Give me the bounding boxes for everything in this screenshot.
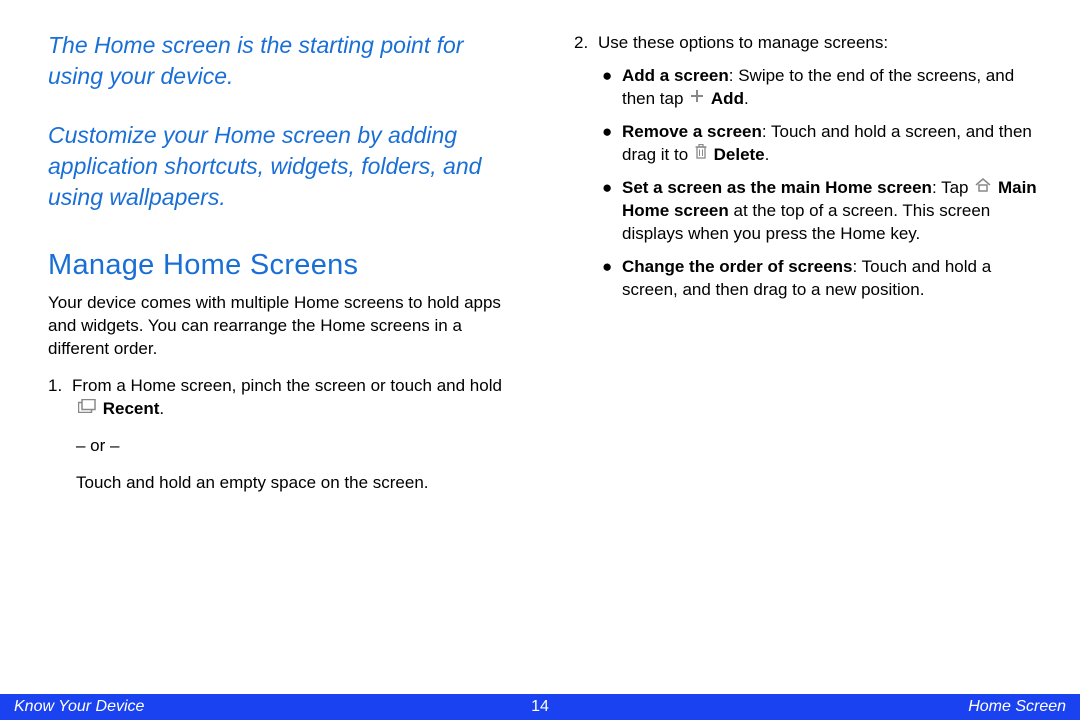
left-column: The Home screen is the starting point fo…: [48, 30, 514, 690]
body-paragraph: Your device comes with multiple Home scr…: [48, 292, 514, 361]
step-number: 2.: [574, 32, 598, 55]
bullet-icon: ●: [602, 121, 612, 144]
step-1-or: – or –: [76, 435, 514, 458]
step-number: 1.: [48, 375, 72, 398]
right-column: 2.Use these options to manage screens: ●…: [574, 30, 1040, 690]
home-icon: [975, 176, 991, 199]
intro-paragraph-2: Customize your Home screen by adding app…: [48, 120, 514, 213]
step-2: 2.Use these options to manage screens:: [574, 32, 1040, 55]
bullet-main-home: ● Set a screen as the main Home screen: …: [574, 177, 1040, 246]
bullet-remove-screen: ● Remove a screen: Touch and hold a scre…: [574, 121, 1040, 167]
section-heading: Manage Home Screens: [48, 249, 514, 282]
intro-paragraph-1: The Home screen is the starting point fo…: [48, 30, 514, 92]
footer-right: Home Screen: [549, 698, 1066, 716]
step-1-alt: Touch and hold an empty space on the scr…: [76, 472, 514, 495]
bullet-icon: ●: [602, 65, 612, 88]
step-1: 1.From a Home screen, pinch the screen o…: [48, 375, 514, 495]
bullet-add-screen: ● Add a screen: Swipe to the end of the …: [574, 65, 1040, 111]
bullet-icon: ●: [602, 256, 612, 279]
bullet-icon: ●: [602, 177, 612, 200]
footer-page-number: 14: [531, 698, 549, 716]
bullet-change-order: ● Change the order of screens: Touch and…: [574, 256, 1040, 302]
recent-label: Recent: [103, 399, 160, 418]
plus-icon: [690, 87, 704, 110]
recent-icon: [78, 397, 96, 420]
footer-left: Know Your Device: [14, 698, 531, 716]
trash-icon: [695, 143, 707, 166]
page-footer: Know Your Device 14 Home Screen: [0, 694, 1080, 720]
